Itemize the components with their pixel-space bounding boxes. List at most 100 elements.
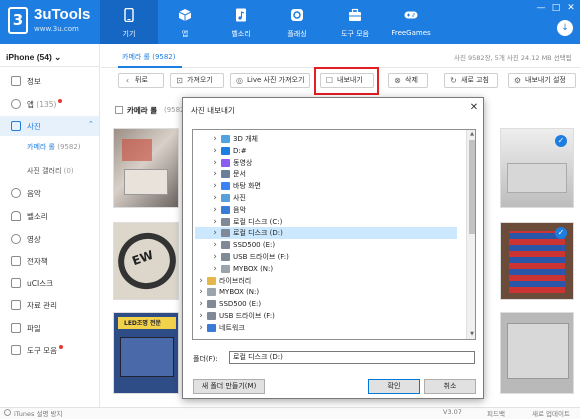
sidebar-item-label: 전자책 bbox=[27, 257, 48, 266]
tree-item[interactable]: › SSD500 (E:) bbox=[195, 239, 457, 251]
scroll-up-icon[interactable]: ▲ bbox=[467, 130, 475, 139]
nav-apps[interactable]: 앱 bbox=[156, 0, 214, 44]
tree-item-label: 바탕 화면 bbox=[233, 182, 261, 191]
tree-item[interactable]: › 네트워크 bbox=[195, 322, 457, 334]
tree-item[interactable]: › 바탕 화면 bbox=[195, 180, 457, 192]
sidebar-item-ebooks[interactable]: 전자책 bbox=[0, 251, 99, 271]
refresh-button[interactable]: ↻ 새로 고침 bbox=[444, 73, 498, 88]
photo-thumbnail[interactable] bbox=[500, 312, 574, 394]
select-all-checkbox[interactable] bbox=[115, 106, 123, 114]
file-icon bbox=[11, 323, 21, 333]
tree-item[interactable]: › D:# bbox=[195, 145, 457, 157]
sidebar-item-apps[interactable]: 앱 (135) bbox=[0, 94, 99, 114]
data-icon bbox=[11, 300, 21, 310]
sidebar-item-camera-roll[interactable]: 카메라 롤 (9582) bbox=[27, 142, 81, 152]
nav-flashing[interactable]: 플래싱 bbox=[268, 0, 326, 44]
maximize-icon[interactable]: □ bbox=[551, 3, 561, 13]
tab-camera-roll[interactable]: 카메라 롤 (9582) bbox=[122, 52, 176, 62]
photo-thumbnail[interactable]: ✓ bbox=[500, 128, 574, 208]
cancel-button[interactable]: 취소 bbox=[424, 379, 476, 394]
close-window-icon[interactable]: ✕ bbox=[566, 3, 576, 13]
tree-item[interactable]: › 사진 bbox=[195, 192, 457, 204]
sidebar-item-files[interactable]: 파일 bbox=[0, 318, 99, 338]
nav-ringtones[interactable]: 벨소리 bbox=[212, 0, 270, 44]
update-link[interactable]: 새로 업데이트 bbox=[532, 408, 570, 418]
photo-thumbnail[interactable]: ✓ bbox=[500, 222, 574, 300]
tree-item[interactable]: › 라이브러리 bbox=[195, 275, 457, 287]
chevron-right-icon[interactable]: › bbox=[211, 192, 219, 204]
ok-button[interactable]: 확인 bbox=[368, 379, 420, 394]
app-url: www.3u.com bbox=[34, 25, 79, 33]
back-button[interactable]: ‹ 뒤로 bbox=[118, 73, 164, 88]
chevron-right-icon[interactable]: › bbox=[197, 322, 205, 334]
sidebar-item-info[interactable]: 정보 bbox=[0, 71, 99, 91]
nav-toolbox[interactable]: 도구 모음 bbox=[326, 0, 384, 44]
chevron-right-icon[interactable]: › bbox=[211, 251, 219, 263]
sidebar-item-data[interactable]: 자료 관리 bbox=[0, 295, 99, 315]
import-button[interactable]: ⊡ 가져오기 bbox=[170, 73, 224, 88]
feedback-link[interactable]: 피드백 bbox=[487, 408, 505, 418]
photo-thumbnail[interactable]: LED조명 전문 bbox=[113, 312, 179, 394]
active-tab-indicator bbox=[118, 66, 182, 68]
chevron-right-icon[interactable]: › bbox=[197, 310, 205, 322]
chevron-right-icon[interactable]: › bbox=[211, 145, 219, 157]
sidebar-item-video[interactable]: 영상 bbox=[0, 229, 99, 249]
itunes-status[interactable]: iTunes 설명 방지 bbox=[14, 408, 62, 418]
scroll-down-icon[interactable]: ▼ bbox=[467, 330, 475, 339]
tree-item[interactable]: › 음악 bbox=[195, 204, 457, 216]
folder-field[interactable]: 로컬 디스크 (D:) bbox=[229, 351, 475, 364]
tree-item[interactable]: › 문서 bbox=[195, 168, 457, 180]
tree-item[interactable]: › 동영상 bbox=[195, 157, 457, 169]
sidebar-item-tools[interactable]: 도구 모음 bbox=[0, 340, 99, 360]
tree-item[interactable]: › SSD500 (E:) bbox=[195, 298, 457, 310]
photo-thumbnail[interactable]: EW bbox=[113, 222, 179, 300]
tree-item[interactable]: › 로컬 디스크 (C:) bbox=[195, 216, 457, 228]
chevron-right-icon[interactable]: › bbox=[211, 239, 219, 251]
new-folder-button[interactable]: 새 폴더 만들기(M) bbox=[193, 379, 265, 394]
chevron-right-icon[interactable]: › bbox=[197, 298, 205, 310]
device-selector[interactable]: iPhone (54) ⌄ bbox=[6, 52, 61, 63]
chevron-right-icon[interactable]: › bbox=[211, 168, 219, 180]
sidebar-item-udisk[interactable]: uCI스크 bbox=[0, 273, 99, 293]
sidebar-item-music[interactable]: 음악 bbox=[0, 183, 99, 203]
chevron-right-icon[interactable]: › bbox=[211, 180, 219, 192]
delete-button[interactable]: ⊗ 삭제 bbox=[388, 73, 428, 88]
chevron-right-icon[interactable]: › bbox=[211, 204, 219, 216]
tree-item[interactable]: › 로컬 디스크 (D:) bbox=[195, 227, 457, 240]
tree-item[interactable]: › MYBOX (N:) bbox=[195, 286, 457, 298]
documents-icon bbox=[221, 170, 230, 179]
iphone-icon bbox=[124, 8, 134, 22]
download-icon[interactable]: ↓ bbox=[557, 20, 573, 36]
chevron-right-icon[interactable]: › bbox=[211, 133, 219, 145]
chevron-right-icon[interactable]: › bbox=[211, 216, 219, 228]
sidebar-item-label: 정보 bbox=[27, 77, 41, 86]
chevron-right-icon[interactable]: › bbox=[211, 157, 219, 169]
tree-item[interactable]: › USB 드라이브 (F:) bbox=[195, 310, 457, 322]
chevron-right-icon[interactable]: › bbox=[211, 263, 219, 275]
tree-scrollbar[interactable]: ▲ ▼ bbox=[466, 130, 475, 339]
tree-item[interactable]: › MYBOX (N:) bbox=[195, 263, 457, 275]
sidebar-item-photos[interactable]: 사진 ⌃ bbox=[0, 116, 99, 136]
nav-freegames[interactable]: FreeGames bbox=[382, 0, 440, 44]
minimize-icon[interactable]: — bbox=[536, 3, 546, 13]
export-settings-button[interactable]: ⚙ 내보내기 설정 bbox=[508, 73, 576, 88]
notification-dot bbox=[58, 99, 63, 103]
nav-device[interactable]: 기기 bbox=[100, 0, 158, 44]
sidebar-item-photo-gallery[interactable]: 사진 갤러리 (0) bbox=[27, 166, 74, 176]
tree-item[interactable]: › 3D 개체 bbox=[195, 133, 457, 145]
drive-icon bbox=[221, 229, 230, 238]
dialog-title: 사진 내보내기 bbox=[191, 106, 235, 115]
folder-tree[interactable]: › 3D 개체 › D:# › 동영상 › 문서 › 바탕 화면 › 사진 › 음악 › 로컬 디스크 (C:… bbox=[192, 129, 476, 340]
chevron-right-icon[interactable]: › bbox=[197, 275, 205, 287]
sidebar-item-ringtones[interactable]: 벨소리 bbox=[0, 206, 99, 226]
chevron-right-icon[interactable]: › bbox=[197, 286, 205, 298]
export-highlight-box bbox=[314, 67, 379, 95]
scrollbar-thumb[interactable] bbox=[469, 140, 475, 234]
radio-icon[interactable] bbox=[4, 409, 11, 416]
live-import-button[interactable]: ◎ Live 사진 가져오기 bbox=[230, 73, 310, 88]
chevron-right-icon[interactable]: › bbox=[211, 227, 219, 239]
desktop-icon bbox=[221, 182, 230, 191]
close-icon[interactable]: ✕ bbox=[468, 102, 480, 114]
photo-thumbnail[interactable] bbox=[113, 128, 179, 208]
tree-item[interactable]: › USB 드라이브 (F:) bbox=[195, 251, 457, 263]
